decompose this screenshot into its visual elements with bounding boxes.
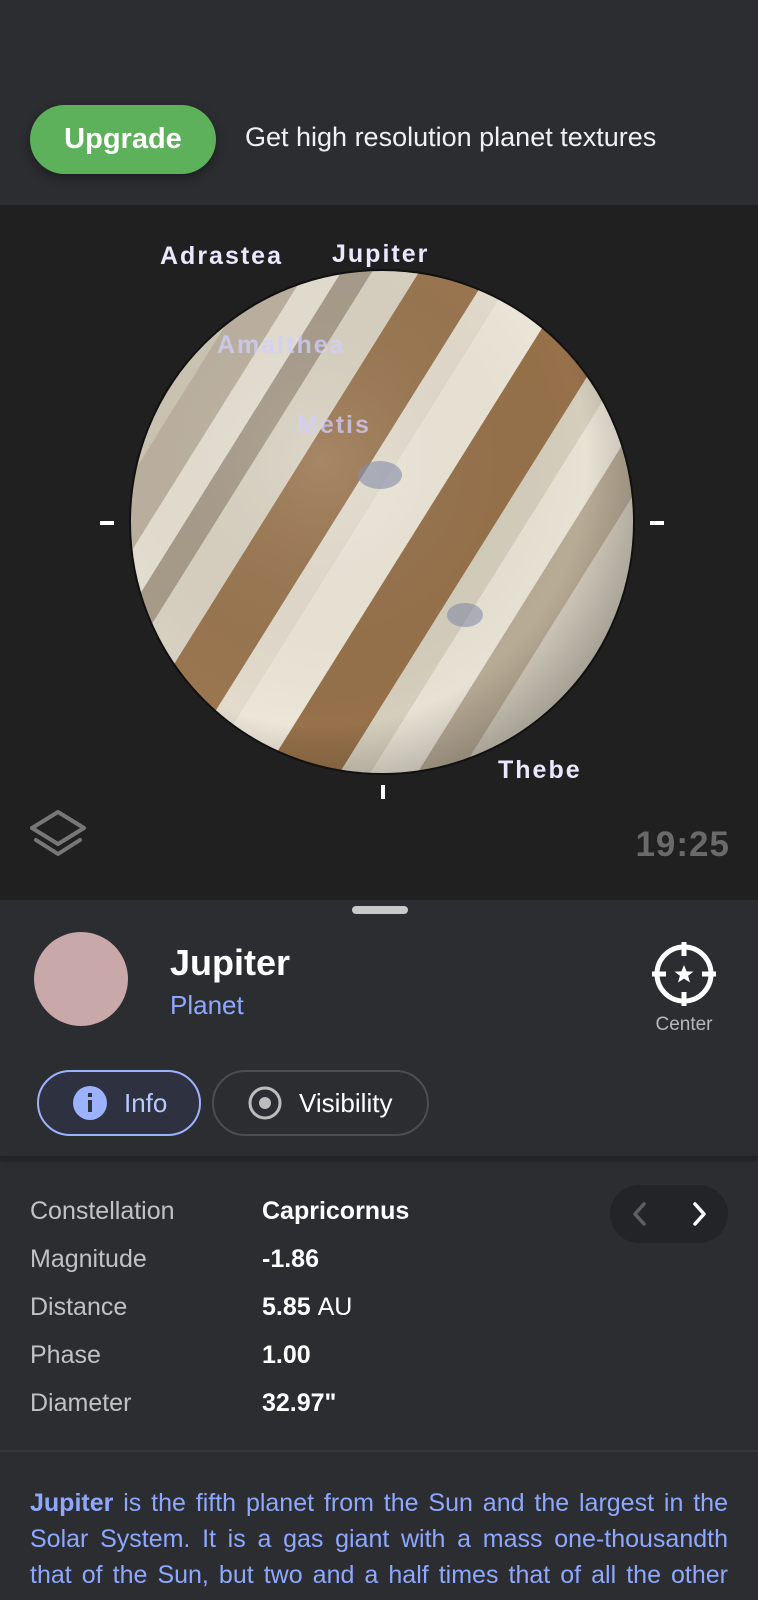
object-name: Jupiter (170, 942, 291, 983)
tab-visibility-label: Visibility (299, 1087, 393, 1118)
target-icon (248, 1086, 282, 1120)
planet-label-jupiter[interactable]: Jupiter (332, 240, 429, 269)
detail-value-with-unit: 5.85 AU (262, 1293, 352, 1322)
upgrade-banner: Upgrade Get high resolution planet textu… (0, 0, 758, 205)
sky-view[interactable]: Adrastea Jupiter Amalthea Metis Thebe 19… (0, 205, 758, 900)
center-crosshair-icon[interactable] (650, 940, 718, 1008)
moon-label-metis[interactable]: Metis (297, 411, 371, 440)
object-description: Jupiter is the fifth planet from the Sun… (30, 1485, 728, 1600)
detail-value: Capricornus (262, 1197, 410, 1225)
description-subject: Jupiter (30, 1489, 114, 1517)
section-divider (0, 1156, 758, 1159)
center-button-label[interactable]: Center (640, 1014, 728, 1036)
upgrade-promo-text: Get high resolution planet textures (245, 122, 657, 152)
object-type: Planet (170, 990, 244, 1020)
sky-time[interactable]: 19:25 (635, 825, 730, 865)
detail-value: 32.97" (262, 1389, 337, 1417)
previous-object-button[interactable] (610, 1185, 669, 1243)
moon-label-amalthea[interactable]: Amalthea (217, 331, 346, 360)
detail-value: -1.86 (262, 1245, 319, 1273)
object-info-sheet: Jupiter Planet Center Info Visibility Co… (0, 900, 758, 1600)
tab-visibility[interactable]: Visibility (212, 1070, 429, 1136)
detail-key: Diameter (30, 1389, 132, 1417)
tab-info-label: Info (124, 1087, 168, 1118)
tab-info[interactable]: Info (37, 1070, 201, 1136)
jupiter-planet-render (129, 269, 635, 775)
info-icon (73, 1086, 107, 1120)
detail-unit: AU (317, 1293, 353, 1321)
object-navigation (610, 1185, 728, 1243)
detail-key: Phase (30, 1341, 101, 1369)
detail-key: Constellation (30, 1197, 175, 1225)
detail-value: 5.85 (262, 1293, 311, 1321)
detail-value: 1.00 (262, 1341, 311, 1369)
layers-icon[interactable] (28, 808, 88, 868)
sheet-drag-handle[interactable] (352, 906, 408, 914)
detail-key: Distance (30, 1293, 128, 1321)
chevron-right-icon (692, 1202, 706, 1226)
reticle-tick-right (650, 521, 664, 525)
detail-key: Magnitude (30, 1245, 147, 1273)
section-divider (0, 1450, 758, 1452)
next-object-button[interactable] (669, 1185, 728, 1243)
chevron-left-icon (632, 1202, 646, 1226)
description-text: is the fifth planet from the Sun and the… (30, 1489, 728, 1600)
reticle-tick-left (100, 521, 114, 525)
moon-label-adrastea[interactable]: Adrastea (160, 242, 283, 271)
upgrade-button[interactable]: Upgrade (30, 105, 216, 174)
object-color-swatch (34, 932, 128, 1026)
moon-label-thebe[interactable]: Thebe (498, 756, 582, 785)
reticle-tick-bottom (381, 785, 385, 799)
